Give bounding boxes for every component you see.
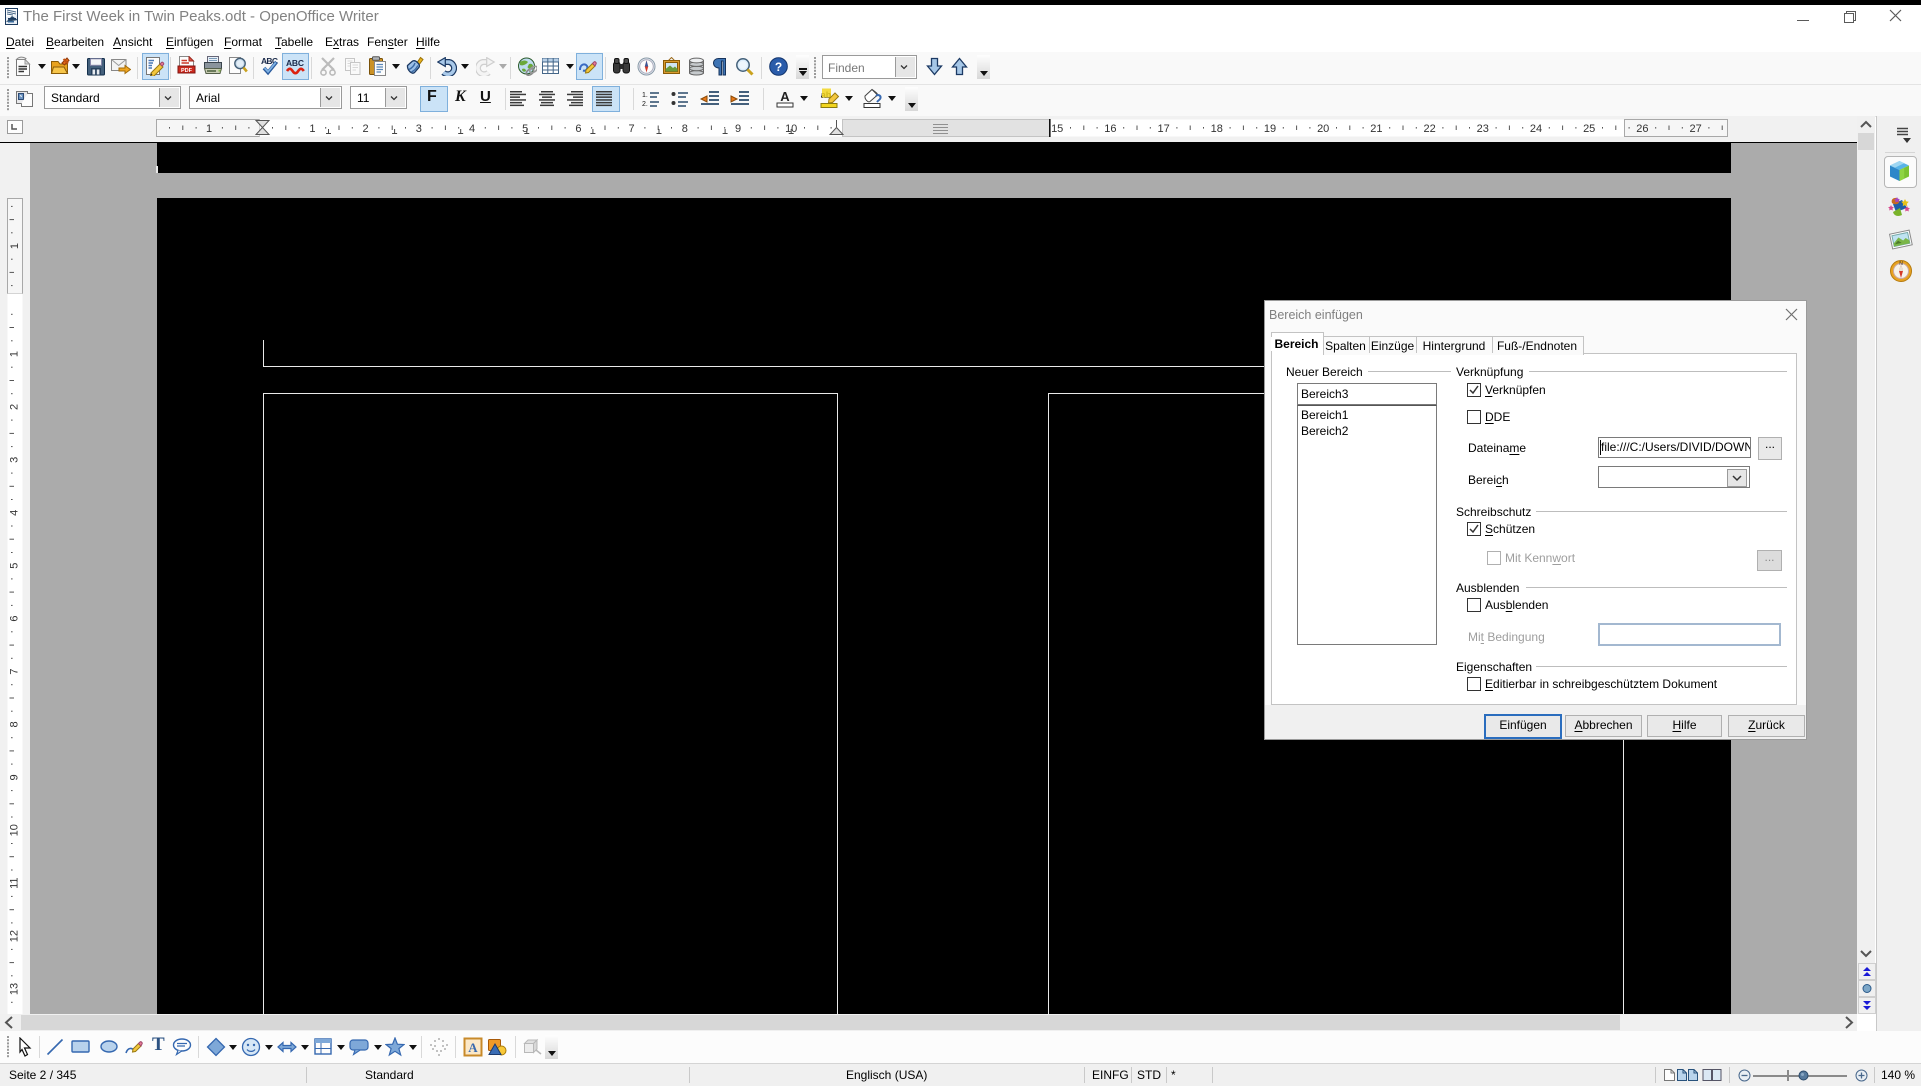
- svg-text:1: 1: [9, 351, 21, 357]
- svg-text:PDF: PDF: [181, 68, 193, 74]
- svg-text:17: 17: [1157, 123, 1169, 135]
- svg-text:A: A: [780, 89, 790, 104]
- svg-text:1: 1: [9, 243, 21, 249]
- svg-text:10: 10: [9, 824, 21, 836]
- svg-text:8: 8: [682, 123, 688, 135]
- svg-text:24: 24: [1530, 123, 1542, 135]
- svg-text:9: 9: [735, 123, 741, 135]
- svg-text:18: 18: [1211, 123, 1223, 135]
- svg-text:ABC: ABC: [286, 58, 304, 68]
- svg-text:22: 22: [1423, 123, 1435, 135]
- svg-text:27: 27: [1689, 123, 1701, 135]
- svg-text:3: 3: [9, 457, 21, 463]
- svg-text:2.: 2.: [642, 101, 648, 108]
- svg-text:4: 4: [469, 123, 475, 135]
- svg-text:6: 6: [9, 616, 21, 622]
- svg-text:4: 4: [9, 510, 21, 516]
- svg-text:6: 6: [575, 123, 581, 135]
- svg-text:5: 5: [9, 563, 21, 569]
- svg-text:16: 16: [1104, 123, 1116, 135]
- svg-text:21: 21: [1370, 123, 1382, 135]
- svg-text:25: 25: [1583, 123, 1595, 135]
- svg-text:1.: 1.: [642, 92, 648, 99]
- svg-text:1: 1: [309, 123, 315, 135]
- svg-text:2: 2: [9, 404, 21, 410]
- svg-text:?: ?: [775, 60, 782, 74]
- svg-text:1: 1: [206, 123, 212, 135]
- svg-text:12: 12: [9, 930, 21, 942]
- svg-text:7: 7: [9, 668, 21, 674]
- svg-text:3: 3: [416, 123, 422, 135]
- svg-text:8: 8: [9, 721, 21, 727]
- svg-text:19: 19: [1264, 123, 1276, 135]
- svg-text:15: 15: [1051, 123, 1063, 135]
- svg-text:11: 11: [9, 877, 21, 888]
- svg-text:2: 2: [363, 123, 369, 135]
- svg-text:9: 9: [9, 774, 21, 780]
- svg-text:13: 13: [9, 983, 21, 995]
- svg-text:20: 20: [1317, 123, 1329, 135]
- svg-text:26: 26: [1636, 123, 1648, 135]
- svg-text:A: A: [468, 1040, 478, 1055]
- svg-text:7: 7: [629, 123, 635, 135]
- svg-text:23: 23: [1477, 123, 1489, 135]
- svg-text:N: N: [1899, 261, 1903, 267]
